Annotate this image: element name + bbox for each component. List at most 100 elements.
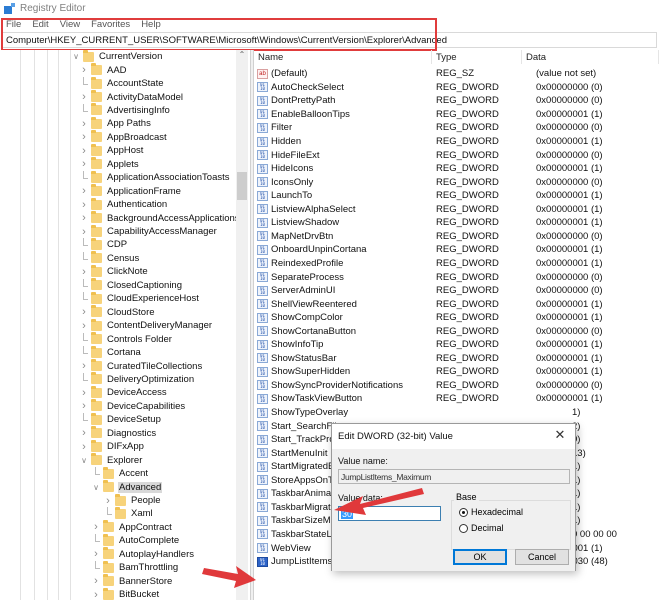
tree-item[interactable]: Census [79,251,140,265]
chevron-right-icon[interactable]: › [79,427,89,439]
chevron-right-icon[interactable]: › [79,306,89,318]
value-row[interactable]: 01 10 ShowInfoTip REG_DWORD 0x00000001 (1) [254,338,659,352]
menu-edit[interactable]: Edit [32,19,48,30]
value-row[interactable]: 01 10 IconsOnly REG_DWORD 0x00000000 (0) [254,175,659,189]
column-header-type[interactable]: Type [432,50,522,64]
tree-item[interactable]: › AAD [79,63,128,76]
chevron-right-icon[interactable]: › [91,521,101,533]
tree-item[interactable]: CDP [79,237,128,251]
value-row[interactable]: 01 10 ShowSyncProviderNotifications REG_DWO… [254,379,659,393]
tree-item[interactable]: › App Paths [79,116,152,130]
tree-item[interactable]: › AutoplayHandlers [91,547,195,561]
chevron-right-icon[interactable]: › [91,548,101,560]
tree-item[interactable]: › Applets [79,157,140,171]
column-header-name[interactable]: Name [254,50,432,64]
chevron-right-icon[interactable]: › [79,145,89,157]
chevron-down-icon[interactable]: ∨ [79,456,89,465]
tree-item[interactable]: › AppContract [91,520,173,534]
value-row[interactable]: 01 10 ShellViewReentered REG_DWORD 0x0000000… [254,297,659,311]
value-row[interactable]: 01 10 ListviewShadow REG_DWORD 0x00000001 (1… [254,216,659,230]
radio-unchecked-icon[interactable] [459,523,468,533]
chevron-right-icon[interactable]: › [79,212,89,224]
value-row[interactable]: 01 10 HideIcons REG_DWORD 0x00000001 (1) [254,162,659,176]
value-row[interactable]: 01 10 ShowCortanaButton REG_DWORD 0x00000000… [254,324,659,338]
value-row[interactable]: 01 10 ReindexedProfile REG_DWORD 0x00000001 … [254,257,659,271]
chevron-right-icon[interactable]: › [79,360,89,372]
radio-decimal[interactable]: Decimal [459,523,504,533]
tree-item[interactable]: › AppHost [79,143,144,157]
tree-item[interactable]: BamThrottling [91,560,179,574]
tree-item[interactable]: › BannerStore [91,574,173,588]
value-row[interactable]: 01 10 ServerAdminUI REG_DWORD 0x00000000 (0) [254,284,659,298]
tree-item[interactable]: Xaml [103,506,154,520]
value-row[interactable]: 01 10 ShowCompColor REG_DWORD 0x00000001 (1) [254,311,659,325]
value-row[interactable]: 01 10 SeparateProcess REG_DWORD 0x00000000 (… [254,270,659,284]
tree-item[interactable]: ∨ CurrentVersion [71,50,163,63]
tree-item[interactable]: DeviceSetup [79,412,162,426]
tree-item[interactable]: ∨ Explorer [79,453,143,467]
chevron-right-icon[interactable]: › [79,387,89,399]
tree-item[interactable]: CloudExperienceHost [79,291,200,305]
value-row[interactable]: 01 10 ShowStatusBar REG_DWORD 0x00000001 (1) [254,352,659,366]
tree-item[interactable]: AutoComplete [91,533,180,547]
tree-item[interactable]: › BackgroundAccessApplications [79,211,241,224]
tree-item[interactable]: › CloudStore [79,305,156,319]
chevron-right-icon[interactable]: › [91,589,101,600]
scrollbar-thumb[interactable] [237,172,247,200]
tree-item[interactable]: Accent [91,466,149,480]
chevron-down-icon[interactable]: ∨ [91,483,101,492]
menu-help[interactable]: Help [141,19,161,30]
chevron-right-icon[interactable]: › [79,131,89,143]
chevron-right-icon[interactable]: › [79,158,89,170]
tree-item[interactable]: Controls Folder [79,332,173,345]
tree-item[interactable]: › ClickNote [79,264,149,278]
chevron-right-icon[interactable]: › [79,441,89,453]
tree-item[interactable]: › ActivityDataModel [79,90,184,103]
chevron-right-icon[interactable]: › [79,185,89,197]
tree-scrollbar[interactable]: ⌃ [236,50,248,600]
chevron-down-icon[interactable]: ∨ [71,52,81,61]
chevron-right-icon[interactable]: › [79,118,89,130]
chevron-right-icon[interactable]: › [79,91,89,103]
tree-item[interactable]: › People [103,493,162,507]
chevron-right-icon[interactable]: › [79,266,89,278]
radio-hexadecimal[interactable]: Hexadecimal [459,507,523,517]
menu-file[interactable]: File [6,19,21,30]
tree-item[interactable]: AccountState [79,76,165,90]
cancel-button[interactable]: Cancel [515,549,569,565]
chevron-right-icon[interactable]: › [103,495,113,507]
tree-item[interactable]: › CapabilityAccessManager [79,224,218,238]
chevron-right-icon[interactable]: › [79,400,89,412]
menu-view[interactable]: View [60,19,80,30]
column-header-data[interactable]: Data [522,50,659,64]
value-row[interactable]: 01 10 OnboardUnpinCortana REG_DWORD 0x000000… [254,243,659,257]
tree-item[interactable]: ApplicationAssociationToasts [79,170,231,184]
value-row[interactable]: 01 10 MapNetDrvBtn REG_DWORD 0x00000000 (0) [254,230,659,244]
tree-item[interactable]: DeliveryOptimization [79,372,195,386]
value-row[interactable]: 01 10 DontPrettyPath REG_DWORD 0x00000000 (0… [254,94,659,108]
tree-item[interactable]: › DeviceCapabilities [79,399,186,413]
ok-button[interactable]: OK [453,549,507,565]
chevron-right-icon[interactable]: › [79,64,89,76]
chevron-right-icon[interactable]: › [79,199,89,211]
radio-checked-icon[interactable] [459,507,468,517]
chevron-right-icon[interactable]: › [79,320,89,332]
value-row[interactable]: 01 10 HideFileExt REG_DWORD 0x00000000 (0) [254,148,659,162]
address-bar[interactable]: Computer\HKEY_CURRENT_USER\SOFTWARE\Micr… [2,32,657,48]
tree-item[interactable]: AdvertisingInfo [79,103,171,117]
tree-item[interactable]: › AppBroadcast [79,130,168,144]
scroll-up-icon[interactable]: ⌃ [236,50,248,62]
tree-item[interactable]: ClosedCaptioning [79,278,183,292]
value-row[interactable]: 01 10 ShowSuperHidden REG_DWORD 0x00000001 (… [254,365,659,379]
value-row[interactable]: 01 10 ListviewAlphaSelect REG_DWORD 0x000000… [254,203,659,217]
tree-item[interactable]: › DIFxApp [79,439,145,453]
value-row[interactable]: 01 10 Hidden REG_DWORD 0x00000001 (1) [254,135,659,149]
tree-item[interactable]: Cortana [79,345,142,359]
close-icon[interactable]: ✕ [553,427,567,443]
value-data-input[interactable]: 30 [338,506,441,521]
tree-item[interactable]: › ContentDeliveryManager [79,318,213,332]
tree-item[interactable]: › ApplicationFrame [79,184,182,198]
tree-item[interactable]: › Authentication [79,197,168,211]
value-row[interactable]: 01 10 LaunchTo REG_DWORD 0x00000001 (1) [254,189,659,203]
value-row[interactable]: 01 10 Filter REG_DWORD 0x00000000 (0) [254,121,659,135]
